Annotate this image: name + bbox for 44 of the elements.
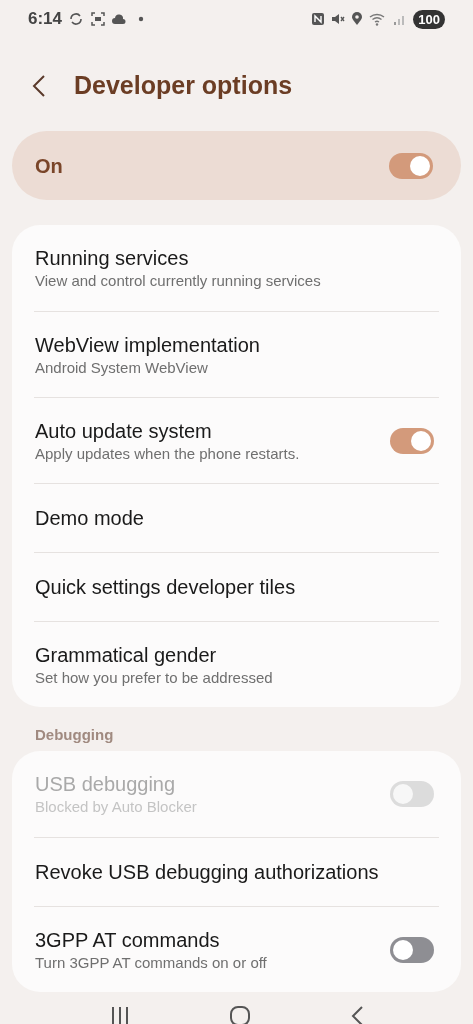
item-subtitle: View and control currently running services [35,271,321,291]
item-title: Revoke USB debugging authorizations [35,860,379,885]
cloud-icon [112,14,127,24]
switch-label: On [35,153,63,179]
page-title: Developer options [74,69,293,101]
recent-apps-button[interactable] [109,1005,130,1024]
nfc-icon [311,12,326,26]
status-time: 6:14 [28,8,63,31]
recents-icon [109,1005,130,1024]
toggle-switch[interactable] [390,936,434,963]
item-title: Grammatical gender [35,642,218,668]
toggle-switch[interactable] [390,427,434,454]
settings-item[interactable]: WebView implementation Android System WebView [34,311,439,397]
item-title: WebView implementation [35,332,260,358]
back-nav-button[interactable] [349,1005,364,1024]
back-icon [349,1005,364,1024]
item-title: Auto update system [35,418,213,444]
sync-icon [68,11,85,27]
toggle-switch[interactable] [389,152,433,179]
home-icon [228,1005,251,1024]
section-heading: Debugging [34,725,115,745]
settings-item[interactable]: Demo mode [34,483,439,552]
item-title: Quick settings developer tiles [35,575,296,600]
item-subtitle: Android System WebView [35,357,209,378]
settings-item[interactable]: Running services View and control currently running services [34,225,439,311]
battery-level: 100 [413,9,445,29]
mute-icon [331,12,346,26]
settings-item[interactable]: Quick settings developer tiles [34,552,439,621]
location-icon [351,12,364,26]
settings-item[interactable]: Grammatical gender Set how you prefer to be addressed [34,621,439,707]
settings-item[interactable]: Revoke USB debugging authorizations [34,837,439,906]
item-title: Demo mode [35,506,144,531]
home-button[interactable] [228,1005,251,1024]
back-icon [32,73,46,98]
item-subtitle: Turn 3GPP AT commands on or off [35,952,267,973]
item-subtitle: Set how you prefer to be addressed [35,667,273,688]
item-title: USB debugging [35,772,177,797]
master-switch-bar[interactable]: On [12,131,461,200]
item-title: 3GPP AT commands [35,927,221,953]
screenshot-icon [90,11,107,27]
item-title: Running services [35,246,190,271]
item-subtitle: Apply updates when the phone restarts. [35,443,300,464]
settings-item[interactable]: Auto update system Apply updates when the phone restarts. [34,397,439,483]
item-subtitle: Blocked by Auto Blocker [35,797,197,817]
